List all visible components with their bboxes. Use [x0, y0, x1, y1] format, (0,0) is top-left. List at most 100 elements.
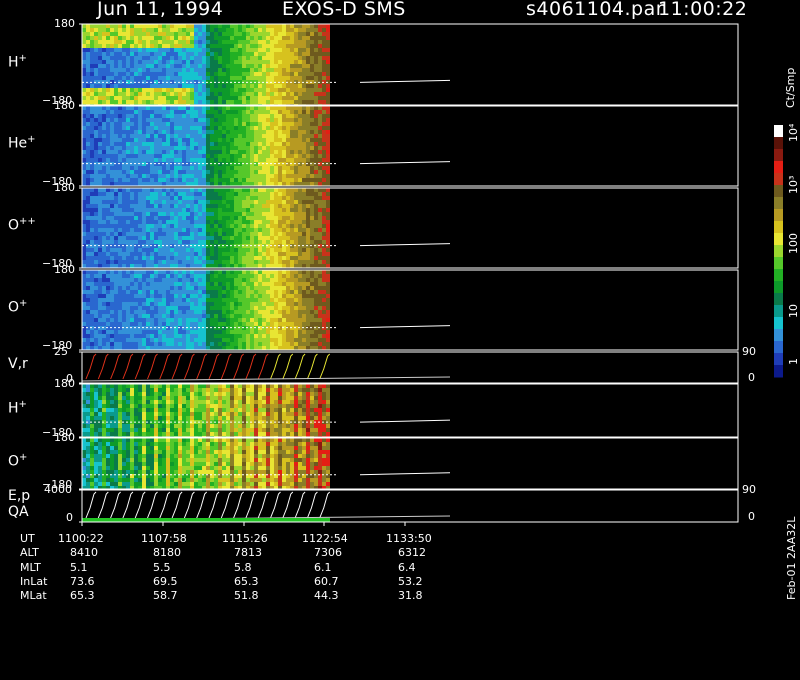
- spectrogram-cell: [278, 346, 282, 350]
- spectrogram-cell: [250, 188, 254, 192]
- spectrogram-cell: [294, 64, 298, 68]
- spectrogram-cell: [230, 338, 234, 342]
- spectrogram-cell: [254, 286, 258, 290]
- spectrogram-cell: [86, 146, 90, 150]
- spectrogram-cell: [186, 126, 190, 130]
- spectrogram-cell: [174, 68, 178, 72]
- spectrogram-cell: [242, 306, 246, 310]
- spectrogram-cell: [158, 64, 162, 68]
- spectrogram-cell: [302, 44, 306, 48]
- spectrogram-cell: [250, 310, 254, 314]
- spectrogram-cell: [194, 28, 198, 32]
- spectrogram-cell: [130, 228, 134, 232]
- spectrogram-cell: [110, 282, 114, 286]
- spectrogram-cell: [122, 100, 126, 104]
- spectrogram-cell: [126, 96, 130, 100]
- spectrogram-cell: [86, 196, 90, 200]
- spectrogram-cell: [150, 290, 154, 294]
- spectrogram-cell: [114, 260, 118, 264]
- spectrogram-cell: [322, 220, 326, 224]
- spectrogram-cell: [226, 236, 230, 240]
- spectrogram-cell: [266, 44, 270, 48]
- spectrogram-cell: [314, 100, 318, 104]
- spectrogram-cell: [302, 114, 306, 118]
- spectrogram-cell: [206, 270, 210, 274]
- spectrogram-cell: [310, 298, 314, 302]
- spectrogram-cell: [298, 282, 302, 286]
- spectrogram-cell: [314, 282, 318, 286]
- spectrogram-cell: [290, 346, 294, 350]
- spectrogram-cell: [98, 240, 102, 244]
- spectrogram-cell: [254, 346, 258, 350]
- spectrogram-cell: [90, 134, 94, 138]
- spectrogram-cell: [206, 40, 210, 44]
- spectrogram-cell: [94, 24, 98, 28]
- spectrogram-cell: [266, 28, 270, 32]
- spectrogram-cell: [170, 174, 174, 178]
- spectrogram-cell: [234, 200, 238, 204]
- spectrogram-cell: [222, 224, 226, 228]
- spectrogram-cell: [222, 220, 226, 224]
- spectrogram-cell: [290, 220, 294, 224]
- spectrogram-cell: [230, 56, 234, 60]
- spectrogram-cell: [102, 84, 106, 88]
- spectrogram-cell: [218, 100, 222, 104]
- spectrogram-cell: [202, 290, 206, 294]
- spectrogram-cell: [102, 56, 106, 60]
- spectrogram-cell: [146, 188, 150, 192]
- spectrogram-cell: [186, 142, 190, 146]
- spectrogram-cell: [274, 286, 278, 290]
- spectrogram-cell: [138, 294, 142, 298]
- spectrogram-cell: [274, 72, 278, 76]
- spectrogram-cell: [242, 256, 246, 260]
- spectrogram-cell: [326, 216, 330, 220]
- spectrogram-cell: [202, 232, 206, 236]
- spectrogram-cell: [262, 56, 266, 60]
- spectrogram-cell: [214, 52, 218, 56]
- spectrogram-cell: [266, 114, 270, 118]
- spectrogram-cell: [138, 252, 142, 256]
- spectrogram-cell: [310, 224, 314, 228]
- spectrogram-cell: [210, 208, 214, 212]
- spectrogram-cell: [326, 208, 330, 212]
- spectrogram-cell: [102, 48, 106, 52]
- spectrogram-cell: [242, 150, 246, 154]
- spectrogram-cell: [302, 60, 306, 64]
- spectrogram-cell: [278, 44, 282, 48]
- spectrogram-cell: [210, 130, 214, 134]
- spectrogram-cell: [218, 256, 222, 260]
- spectrogram-cell: [162, 130, 166, 134]
- spectrogram-cell: [322, 236, 326, 240]
- spectrogram-cell: [214, 150, 218, 154]
- spectrogram-cell: [214, 342, 218, 346]
- spectrogram-cell: [290, 40, 294, 44]
- spectrogram-cell: [266, 342, 270, 346]
- spectrogram-cell: [246, 196, 250, 200]
- spectrogram-cell: [162, 240, 166, 244]
- spectrogram-cell: [186, 286, 190, 290]
- spectrogram-cell: [94, 118, 98, 122]
- spectrogram-cell: [194, 228, 198, 232]
- spectrogram-cell: [310, 182, 314, 186]
- spectrogram-cell: [154, 134, 158, 138]
- spectrogram-cell: [170, 40, 174, 44]
- spectrogram-cell: [162, 182, 166, 186]
- spectrogram-cell: [310, 118, 314, 122]
- spectrogram-cell: [110, 76, 114, 80]
- spectrogram-cell: [242, 282, 246, 286]
- spectrogram-cell: [86, 150, 90, 154]
- spectrogram-cell: [198, 130, 202, 134]
- spectrogram-cell: [86, 290, 90, 294]
- spectrogram-cell: [150, 346, 154, 350]
- spectrogram-cell: [138, 170, 142, 174]
- spectrogram-cell: [282, 318, 286, 322]
- spectrogram-cell: [114, 264, 118, 268]
- spectrogram-cell: [226, 60, 230, 64]
- spectrogram-cell: [98, 72, 102, 76]
- spectrogram-cell: [142, 178, 146, 182]
- spectrogram-cell: [138, 88, 142, 92]
- spectrogram-cell: [158, 310, 162, 314]
- spectrogram-cell: [146, 330, 150, 334]
- spectrogram-cell: [94, 290, 98, 294]
- spectrogram-cell: [174, 36, 178, 40]
